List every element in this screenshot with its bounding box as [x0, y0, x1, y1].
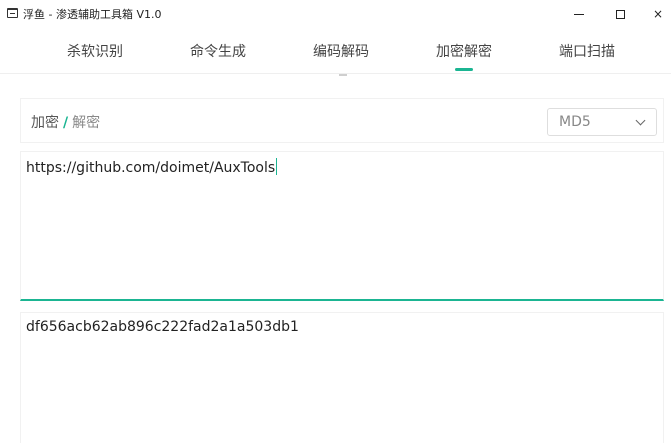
text-caret	[276, 158, 278, 175]
tab-antivirus-detect[interactable]: 杀软识别	[67, 41, 123, 61]
algorithm-select-value: MD5	[559, 114, 591, 130]
active-tab-indicator	[455, 68, 473, 71]
tab-encrypt-decrypt[interactable]: 加密解密	[436, 41, 492, 61]
algorithm-select[interactable]: MD5	[547, 108, 657, 136]
plaintext-input-value: https://github.com/doimet/AuxTools	[26, 158, 278, 176]
maximize-icon	[615, 10, 625, 19]
title-bar: 浮鱼 - 渗透辅助工具箱 V1.0 ×	[0, 0, 671, 28]
decrypt-mode-link[interactable]: 解密	[72, 115, 100, 131]
maximize-button[interactable]	[602, 0, 638, 28]
tab-encode-decode[interactable]: 编码解码	[313, 41, 369, 61]
tab-command-generate[interactable]: 命令生成	[190, 41, 246, 61]
window-title: 浮鱼 - 渗透辅助工具箱 V1.0	[23, 8, 162, 21]
mode-separator: /	[63, 115, 69, 131]
plaintext-input[interactable]: https://github.com/doimet/AuxTools	[20, 151, 664, 301]
app-window: 浮鱼 - 渗透辅助工具箱 V1.0 × 杀软识别 命令生成 编码解码 加密解密 …	[0, 0, 671, 443]
mode-bar: 加密 / 解密 MD5	[20, 98, 664, 143]
divider-handle	[339, 74, 347, 76]
tab-bar: 杀软识别 命令生成 编码解码 加密解密 端口扫描	[0, 28, 671, 74]
tab-port-scan[interactable]: 端口扫描	[559, 41, 615, 61]
close-button[interactable]: ×	[640, 0, 671, 28]
chevron-down-icon	[635, 115, 646, 126]
minimize-button[interactable]	[561, 0, 597, 28]
close-icon: ×	[652, 7, 664, 21]
encrypt-mode-link[interactable]: 加密	[31, 115, 59, 131]
mode-switch: 加密 / 解密	[31, 112, 100, 132]
hash-output-value: df656acb62ab896c222fad2a1a503db1	[26, 319, 299, 335]
minimize-icon	[574, 14, 584, 15]
input-text: https://github.com/doimet/AuxTools	[26, 160, 276, 176]
app-window-icon	[7, 8, 18, 18]
hash-output[interactable]: df656acb62ab896c222fad2a1a503db1	[20, 312, 664, 443]
